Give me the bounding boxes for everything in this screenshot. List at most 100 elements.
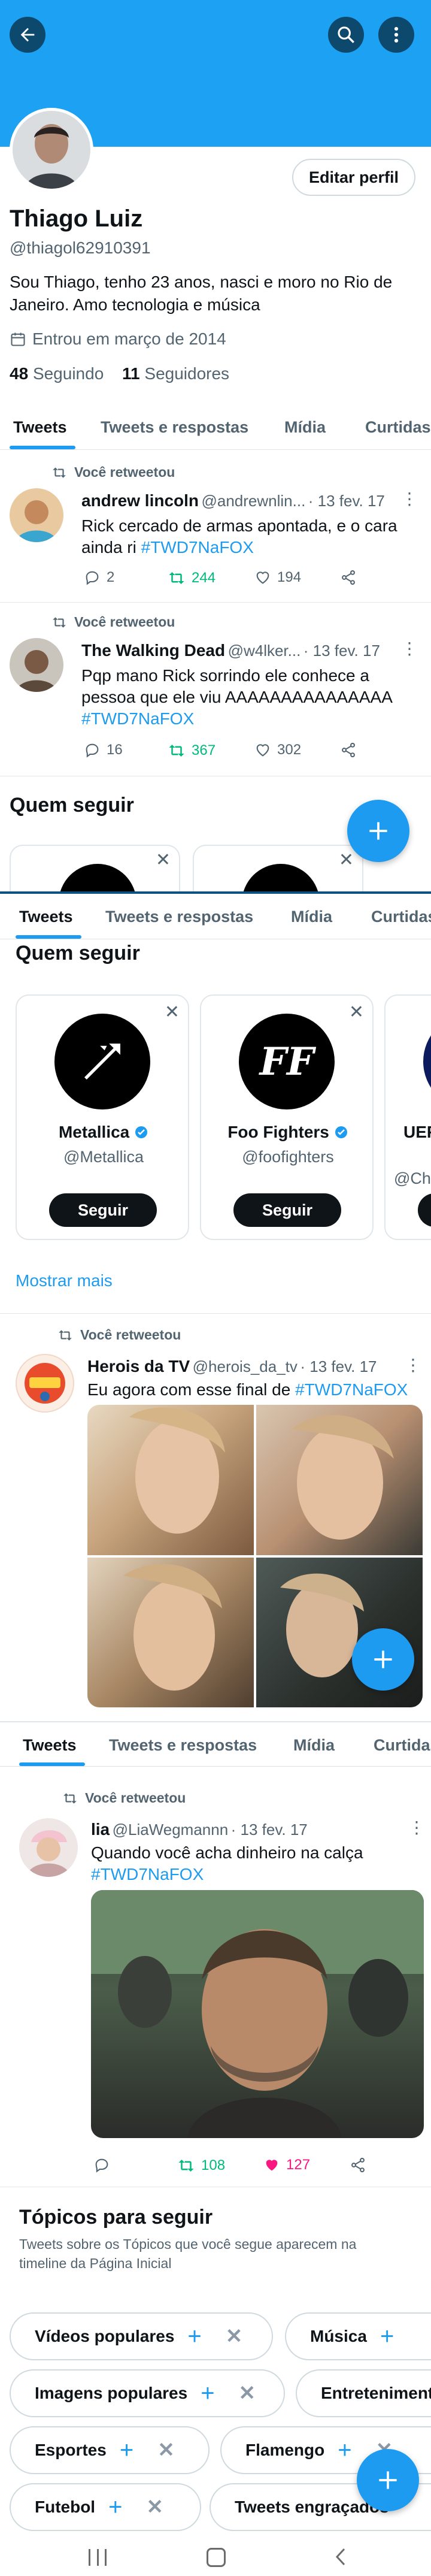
follow-card-partial[interactable]: UEF @Cha	[384, 994, 431, 1240]
tweet-avatar[interactable]	[19, 1818, 78, 1877]
follow-card-foofighters[interactable]: ✕ FF Foo Fighters @foofighters Seguir	[200, 994, 374, 1240]
retweet-icon	[53, 616, 66, 628]
reply-button[interactable]: 2	[84, 569, 114, 586]
dismiss-topic-icon[interactable]: ✕	[226, 2324, 243, 2348]
tweet-media-image[interactable]	[91, 1890, 424, 2138]
dismiss-topic-icon[interactable]: ✕	[157, 2438, 175, 2462]
tweet-avatar[interactable]	[10, 638, 63, 692]
tab-likes[interactable]: Curtidas	[365, 404, 431, 450]
follow-button[interactable]	[418, 1193, 431, 1227]
media-image[interactable]	[87, 1558, 254, 1707]
account-name-text: Foo Fighters	[227, 1123, 329, 1141]
home-icon[interactable]	[207, 2548, 226, 2567]
tab-media[interactable]: Mídia	[284, 404, 326, 450]
tweet-author-name[interactable]: Herois da TV	[87, 1357, 190, 1375]
reply-button[interactable]	[93, 2157, 110, 2173]
tab-media[interactable]: Mídia	[293, 1722, 335, 1768]
retweet-indicator: Você retweetou	[57, 1327, 181, 1343]
following-link[interactable]: 48 Seguindo	[10, 364, 104, 383]
tweet-menu-icon[interactable]: ⋮	[408, 1818, 425, 1837]
tweet-avatar[interactable]	[10, 488, 63, 542]
dismiss-icon[interactable]: ✕	[165, 1002, 180, 1023]
tab-tweets-replies[interactable]: Tweets e respostas	[105, 894, 253, 939]
retweet-indicator: Você retweetou	[51, 464, 175, 480]
share-button[interactable]	[340, 569, 357, 586]
search-button[interactable]	[328, 17, 364, 53]
tweet-menu-icon[interactable]: ⋮	[401, 489, 418, 509]
tab-likes[interactable]: Curtidas	[371, 894, 431, 939]
follow-topic-icon[interactable]: +	[108, 2494, 122, 2521]
tweet-avatar[interactable]	[16, 1354, 74, 1413]
follow-topic-icon[interactable]: +	[201, 2380, 214, 2407]
tab-tweets[interactable]: Tweets	[23, 1722, 77, 1768]
more-options-button[interactable]	[378, 17, 414, 53]
like-button[interactable]: 194	[254, 569, 301, 586]
profile-page: Editar perfil Thiago Luiz @thiagol629103…	[0, 0, 431, 2576]
dismiss-topic-icon[interactable]: ✕	[146, 2495, 163, 2519]
tweet-menu-icon[interactable]: ⋮	[405, 1355, 421, 1375]
tweet-hashtag[interactable]: #TWD7NaFOX	[295, 1380, 408, 1399]
plus-icon	[379, 2471, 397, 2489]
retweet-button[interactable]: 244	[168, 569, 216, 587]
retweet-count: 108	[201, 2157, 226, 2173]
like-count: 302	[277, 742, 302, 758]
tab-likes[interactable]: Curtidas	[374, 1722, 431, 1768]
heart-outline-icon	[256, 744, 269, 757]
compose-tweet-button[interactable]	[352, 1628, 414, 1691]
dismiss-icon[interactable]: ✕	[349, 1002, 364, 1023]
profile-avatar[interactable]	[10, 108, 93, 192]
tweet-hashtag[interactable]: #TWD7NaFOX	[141, 538, 254, 557]
tab-tweets-replies[interactable]: Tweets e respostas	[109, 1722, 257, 1768]
follow-topic-icon[interactable]: +	[187, 2323, 201, 2350]
back-nav-icon[interactable]	[332, 2547, 349, 2570]
following-count: 48	[10, 364, 29, 383]
retweet-button[interactable]: 367	[168, 742, 216, 760]
tweet-hashtag[interactable]: #TWD7NaFOX	[81, 709, 194, 728]
tab-media[interactable]: Mídia	[291, 894, 332, 939]
topic-chip[interactable]: Imagens populares + ✕	[10, 2369, 285, 2417]
media-image[interactable]	[256, 1405, 423, 1555]
compose-tweet-button[interactable]	[357, 2449, 419, 2511]
back-button[interactable]	[10, 17, 45, 53]
tweet-header: The Walking Dead @w4lker... · 13 fev. 17	[81, 641, 405, 660]
tweet-author-name[interactable]: The Walking Dead	[81, 641, 225, 660]
retweet-button[interactable]: 108	[177, 2157, 225, 2175]
tweet-hashtag[interactable]: #TWD7NaFOX	[91, 1865, 204, 1883]
share-button[interactable]	[350, 2157, 366, 2173]
tab-tweets-replies[interactable]: Tweets e respostas	[101, 404, 248, 450]
follow-card-metallica[interactable]: ✕ Metallica @Metallica Seguir	[16, 994, 189, 1240]
follow-topic-icon[interactable]: +	[380, 2323, 394, 2350]
retweet-count: 367	[192, 742, 216, 758]
tweet-author-name[interactable]: andrew lincoln	[81, 491, 199, 510]
show-more-link[interactable]: Mostrar mais	[16, 1271, 113, 1290]
retweet-icon	[63, 1792, 77, 1804]
tweet-author-name[interactable]: lia	[91, 1820, 110, 1839]
topic-label: Entretenimento	[321, 2384, 431, 2402]
like-button[interactable]: 302	[254, 742, 301, 758]
share-button[interactable]	[340, 742, 357, 758]
tab-tweets[interactable]: Tweets	[19, 894, 73, 939]
tweet-date: · 13 fev. 17	[308, 492, 385, 510]
topic-chip[interactable]: Entretenimento	[296, 2369, 431, 2417]
dismiss-topic-icon[interactable]: ✕	[239, 2381, 256, 2405]
retweet-count: 244	[192, 570, 216, 586]
follow-topic-icon[interactable]: +	[338, 2437, 351, 2464]
follow-topic-icon[interactable]: +	[120, 2437, 133, 2464]
recent-apps-icon[interactable]	[89, 2549, 107, 2566]
divider	[0, 1313, 431, 1314]
like-button[interactable]: 127	[263, 2157, 310, 2173]
topic-chip[interactable]: Esportes + ✕	[10, 2426, 210, 2474]
compose-tweet-button[interactable]	[347, 800, 409, 862]
tweet-text: Pqp mano Rick sorrindo ele conhece a pes…	[81, 665, 411, 730]
followers-link[interactable]: 11 Seguidores	[122, 364, 229, 383]
topic-chip[interactable]: Música +	[285, 2312, 431, 2360]
edit-profile-button[interactable]: Editar perfil	[292, 159, 415, 196]
media-image[interactable]	[87, 1405, 254, 1555]
tweet-menu-icon[interactable]: ⋮	[401, 639, 418, 658]
follow-button[interactable]: Seguir	[49, 1193, 157, 1227]
follow-button[interactable]: Seguir	[233, 1193, 341, 1227]
reply-button[interactable]: 16	[84, 742, 123, 758]
tab-tweets[interactable]: Tweets	[13, 404, 67, 450]
topic-chip[interactable]: Futebol + ✕	[10, 2483, 201, 2531]
topic-chip[interactable]: Vídeos populares + ✕	[10, 2312, 273, 2360]
